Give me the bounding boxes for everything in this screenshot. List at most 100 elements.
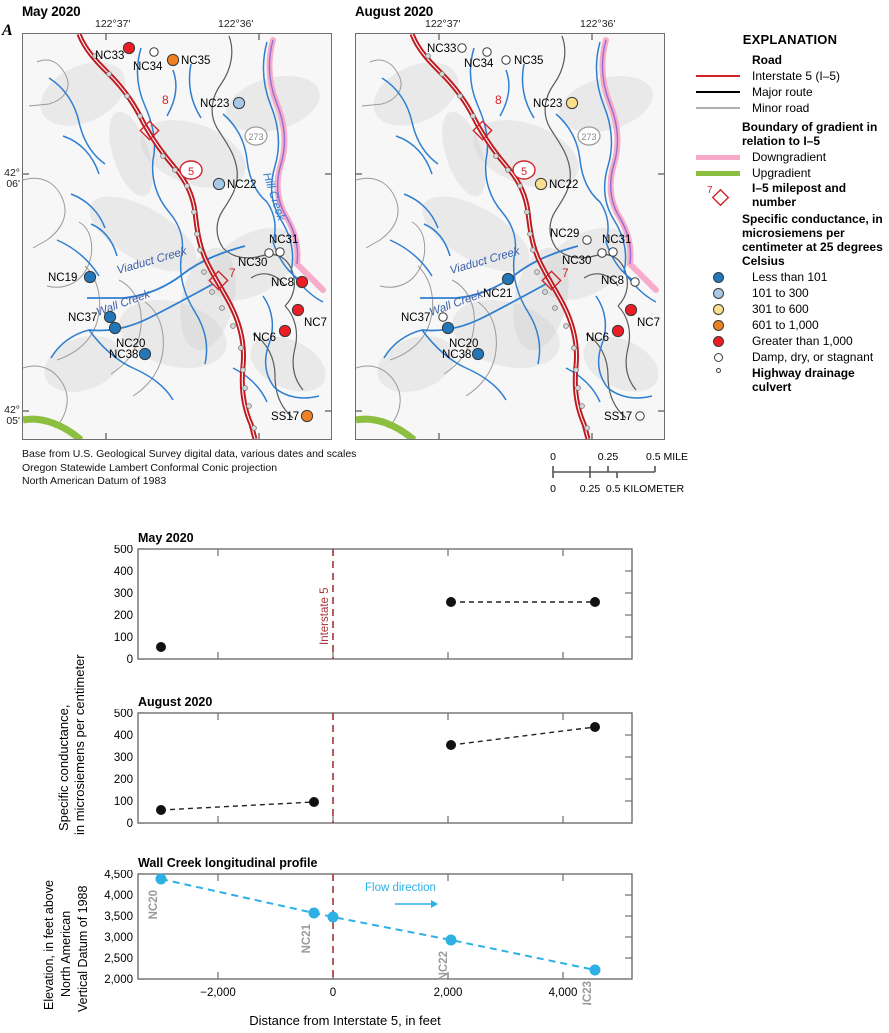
base-credit-note: Base from U.S. Geological Survey digital… xyxy=(22,448,356,489)
map-panel-may[interactable]: 8 7 5 273 Hill Creek Viaduct Creek Wall … xyxy=(22,33,332,440)
site-label-NC7: NC7 xyxy=(637,317,660,329)
legend-item-major-route[interactable]: Major route xyxy=(690,85,889,99)
profile-y-axis-label-line1: Elevation, in feet above xyxy=(42,880,56,1010)
profile-label-NC21: NC21 xyxy=(301,923,313,953)
profile-x-axis-label: Distance from Interstate 5, in feet xyxy=(249,1013,441,1028)
site-label-NC21: NC21 xyxy=(483,288,512,300)
august-point-upgradient-1 xyxy=(156,805,166,815)
explanation-legend: EXPLANATION Road Interstate 5 (I–5) Majo… xyxy=(690,32,889,394)
site-label-NC38: NC38 xyxy=(109,349,138,361)
sc-dot-dry-icon xyxy=(690,352,746,362)
legend-item-milepost[interactable]: 7 I–5 milepost and number xyxy=(690,181,889,209)
legend-item-minor-road[interactable]: Minor road xyxy=(690,101,889,115)
site-label-NC19: NC19 xyxy=(48,272,77,284)
site-label-SS17: SS17 xyxy=(604,411,632,423)
prof-ytick-2000: 2,000 xyxy=(104,974,133,986)
prof-ytick-4500: 4,500 xyxy=(104,870,133,881)
map-may-lon-label-left: 122°37' xyxy=(95,18,131,30)
legend-item-interstate5[interactable]: Interstate 5 (I–5) xyxy=(690,69,889,83)
scale-bar: 0 0.25 0.5 MILE 0 0.25 0.5 KILOMETER xyxy=(545,450,690,503)
culvert-dot-icon xyxy=(690,366,746,373)
figure-letter: A xyxy=(2,22,13,39)
map-aug-lon-label-left: 122°37' xyxy=(425,18,461,30)
august-point-upgradient-2 xyxy=(309,797,319,807)
prof-ytick-4000: 4,000 xyxy=(104,890,133,902)
site-label-NC29: NC29 xyxy=(550,228,579,240)
profile-label-NC20: NC20 xyxy=(148,890,160,919)
prof-xtick-0: 0 xyxy=(330,987,336,999)
legend-label-sc-gt1000: Greater than 1,000 xyxy=(752,334,853,348)
profile-point-NC22 xyxy=(445,934,457,946)
site-label-NC7: NC7 xyxy=(304,317,327,329)
sc-y-axis-label-line2: in microsiemens per centimeter xyxy=(72,654,87,835)
profile-label-NC22: NC22 xyxy=(438,951,450,980)
legend-label-sc-lt101: Less than 101 xyxy=(752,270,828,284)
chart-wall-creek-profile[interactable]: 4,500 4,000 3,500 3,000 2,500 2,000 −2,0… xyxy=(95,869,655,1010)
site-label-NC6: NC6 xyxy=(253,332,276,344)
map-may-lon-label-right: 122°36' xyxy=(218,18,254,30)
profile-y-axis-label-line3: Vertical Datum of 1988 xyxy=(76,885,90,1012)
legend-item-sc-301-600[interactable]: 301 to 600 xyxy=(690,302,889,316)
site-label-NC23: NC23 xyxy=(200,98,229,110)
scalebar-mile-05: 0.5 MILE xyxy=(646,451,688,463)
profile-point-outlet xyxy=(327,911,339,923)
legend-item-upgradient[interactable]: Upgradient xyxy=(690,166,889,180)
legend-item-sc-601-1000[interactable]: 601 to 1,000 xyxy=(690,318,889,332)
site-label-NC38: NC38 xyxy=(442,349,471,361)
sc-dot-lt101-icon xyxy=(690,271,746,283)
chart-title-august: August 2020 xyxy=(138,695,213,709)
legend-item-sc-dry[interactable]: Damp, dry, or stagnant xyxy=(690,350,889,364)
legend-item-downgradient[interactable]: Downgradient xyxy=(690,150,889,164)
legend-heading-boundary: Boundary of gradient in relation to I–5 xyxy=(742,120,878,148)
legend-label-sc-301-600: 301 to 600 xyxy=(752,302,809,316)
interstate5-line-icon xyxy=(690,75,746,77)
may-ytick-200: 200 xyxy=(114,610,133,622)
legend-label-minor-road: Minor road xyxy=(752,101,810,115)
may-point-upgradient-1 xyxy=(156,642,166,652)
scalebar-km-0: 0 xyxy=(550,483,556,495)
milepost-label-7: 7 xyxy=(229,266,236,280)
scalebar-mile-025: 0.25 xyxy=(598,451,619,463)
legend-label-major-route: Major route xyxy=(752,85,813,99)
legend-item-sc-101-300[interactable]: 101 to 300 xyxy=(690,286,889,300)
legend-label-sc-601-1000: 601 to 1,000 xyxy=(752,318,819,332)
profile-label-NC23: NC23 xyxy=(582,981,594,1005)
chart-may-2020[interactable]: 500 400 300 200 100 0 Interstate 5 xyxy=(95,544,640,675)
prof-ytick-3500: 3,500 xyxy=(104,911,133,923)
site-label-NC35: NC35 xyxy=(514,55,543,67)
scale-bar-graphic: 0 0.25 0.5 MILE 0 0.25 0.5 KILOMETER xyxy=(550,451,688,495)
milepost-diamond-svg: 7 xyxy=(707,185,730,206)
base-credit-line-1: Base from U.S. Geological Survey digital… xyxy=(22,448,357,460)
chart-august-2020[interactable]: 500 400 300 200 100 0 xyxy=(95,708,640,839)
may-ytick-300: 300 xyxy=(114,588,133,600)
downgradient-line-icon xyxy=(690,154,746,160)
legend-item-sc-lt101[interactable]: Less than 101 xyxy=(690,270,889,284)
aug-ytick-200: 200 xyxy=(114,774,133,786)
aug-ytick-500: 500 xyxy=(114,709,133,720)
site-label-NC37: NC37 xyxy=(68,312,97,324)
aug-ytick-100: 100 xyxy=(114,796,133,808)
chart-title-may: May 2020 xyxy=(138,531,194,545)
milepost-label-8: 8 xyxy=(162,93,169,107)
major-route-line-icon xyxy=(690,91,746,93)
site-label-NC22: NC22 xyxy=(549,179,578,191)
minor-road-line-icon xyxy=(690,107,746,109)
site-label-NC37: NC37 xyxy=(401,312,430,324)
legend-heading-road: Road xyxy=(752,53,782,67)
map-august-graphic: 8 7 5 273 Viaduct Creek Wall Creek NC33 … xyxy=(356,34,664,439)
may-point-downgradient-2 xyxy=(590,597,600,607)
svg-text:273: 273 xyxy=(581,132,596,142)
site-label-NC34: NC34 xyxy=(464,58,494,70)
legend-title: EXPLANATION xyxy=(742,32,838,47)
site-label-NC33: NC33 xyxy=(427,43,456,55)
may-ytick-0: 0 xyxy=(127,654,133,666)
milepost-diamond-icon: 7 xyxy=(690,184,746,206)
base-credit-line-2: Oregon Statewide Lambert Conformal Conic… xyxy=(22,461,278,474)
map-panel-august[interactable]: 8 7 5 273 Viaduct Creek Wall Creek NC33 … xyxy=(355,33,665,440)
sc-dot-301-600-icon xyxy=(690,303,746,315)
legend-item-sc-gt1000[interactable]: Greater than 1,000 xyxy=(690,334,889,348)
august-point-downgradient-2 xyxy=(590,722,600,732)
legend-label-culvert: Highway drainage culvert xyxy=(752,366,855,394)
legend-item-culvert[interactable]: Highway drainage culvert xyxy=(690,366,889,394)
may-ytick-400: 400 xyxy=(114,566,133,578)
